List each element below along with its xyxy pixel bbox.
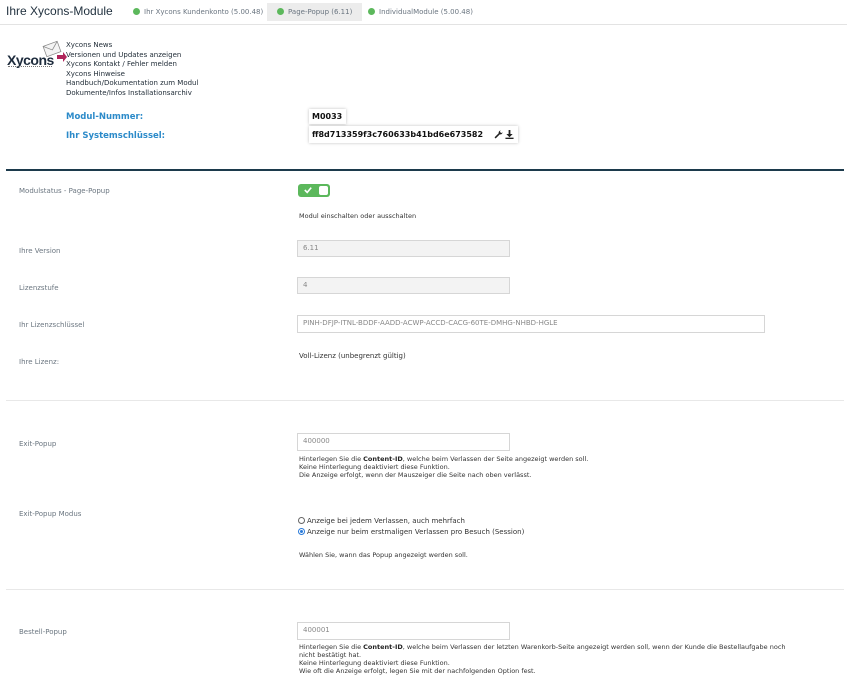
- license-level-field: 4: [297, 277, 510, 294]
- system-key-box: ff8d713359f3c760633b41bd6e673582: [309, 126, 518, 143]
- module-number-label: Modul-Nummer:: [66, 112, 144, 122]
- help-bold: Content-ID: [363, 455, 403, 463]
- tab-label: Page-Popup (6.11): [288, 8, 353, 16]
- system-key-label: Ihr Systemschlüssel:: [66, 131, 166, 141]
- check-icon: [304, 187, 312, 194]
- status-dot-icon: [368, 8, 375, 15]
- radio-label: Anzeige bei jedem Verlassen, auch mehrfa…: [307, 517, 465, 525]
- tab-label: Ihr Xycons Kundenkonto (5.00.48): [144, 8, 264, 16]
- link-contact[interactable]: Xycons Kontakt / Fehler melden: [66, 60, 198, 70]
- module-number-value: M0033: [309, 109, 346, 124]
- status-dot-icon: [277, 8, 284, 15]
- version-label: Ihre Version: [19, 247, 61, 255]
- tab-kundenkonto[interactable]: Ihr Xycons Kundenkonto (5.00.48): [123, 3, 273, 21]
- link-documents[interactable]: Dokumente/Infos Installationsarchiv: [66, 89, 198, 99]
- tab-individual-module[interactable]: IndividualModule (5.00.48): [358, 3, 483, 21]
- module-status-help: Modul einschalten oder ausschalten: [299, 212, 417, 220]
- radio-option-every[interactable]: Anzeige bei jedem Verlassen, auch mehrfa…: [298, 516, 524, 527]
- radio-button[interactable]: [298, 528, 305, 535]
- help-text: Keine Hinterlegung deaktiviert diese Fun…: [299, 463, 450, 471]
- exit-popup-field[interactable]: 400000: [297, 433, 510, 451]
- exit-popup-label: Exit-Popup: [19, 440, 57, 448]
- tab-label: IndividualModule (5.00.48): [379, 8, 473, 16]
- help-text: , welche beim Verlassen der letzten Ware…: [402, 643, 786, 651]
- separator: [6, 589, 844, 590]
- toggle-knob: [319, 186, 328, 195]
- help-text: Hinterlegen Sie die: [299, 455, 364, 463]
- radio-button[interactable]: [298, 517, 305, 524]
- link-manual[interactable]: Handbuch/Dokumentation zum Modul: [66, 79, 198, 89]
- help-text: Keine Hinterlegung deaktiviert diese Fun…: [299, 659, 450, 667]
- order-popup-help: Hinterlegen Sie die Content-ID, welche b…: [299, 643, 839, 675]
- radio-label: Anzeige nur beim erstmaligen Verlassen p…: [307, 528, 525, 536]
- order-popup-label: Bestell-Popup: [19, 628, 67, 636]
- link-notes[interactable]: Xycons Hinweise: [66, 70, 198, 80]
- help-text: Die Anzeige erfolgt, wenn der Mauszeiger…: [299, 471, 532, 479]
- status-dot-icon: [133, 8, 140, 15]
- radio-option-first[interactable]: Anzeige nur beim erstmaligen Verlassen p…: [298, 527, 524, 538]
- link-news[interactable]: Xycons News: [66, 41, 198, 51]
- license-value: Voll-Lizenz (unbegrenzt gültig): [299, 352, 406, 360]
- logo-underline: [8, 66, 52, 68]
- module-status-label: Modulstatus - Page-Popup: [19, 187, 110, 195]
- help-text: , welche beim Verlassen der Seite angeze…: [402, 455, 589, 463]
- help-bold: Content-ID: [363, 643, 403, 651]
- exit-popup-mode-label: Exit-Popup Modus: [19, 510, 82, 518]
- system-key-value: ff8d713359f3c760633b41bd6e673582: [312, 130, 484, 139]
- license-level-label: Lizenzstufe: [19, 284, 59, 292]
- license-key-label: Ihr Lizenzschlüssel: [19, 321, 85, 329]
- separator: [6, 400, 844, 401]
- tab-page-popup[interactable]: Page-Popup (6.11): [267, 3, 363, 21]
- license-key-field[interactable]: PINH-DFJP-ITNL-BDDF-AADD-ACWP-ACCD-CACG-…: [297, 315, 765, 333]
- page-title: Ihre Xycons-Module: [6, 4, 113, 18]
- license-label: Ihre Lizenz:: [19, 358, 60, 366]
- xycons-links: Xycons News Versionen und Updates anzeig…: [66, 41, 198, 99]
- exit-popup-mode-help: Wählen Sie, wann das Popup angezeigt wer…: [299, 551, 468, 559]
- help-text: Wie oft die Anzeige erfolgt, legen Sie m…: [299, 667, 536, 675]
- section-divider: [6, 169, 844, 171]
- link-versions[interactable]: Versionen und Updates anzeigen: [66, 51, 198, 61]
- help-text: nicht bestätigt hat.: [299, 651, 362, 659]
- header-divider: [0, 24, 847, 25]
- wrench-icon[interactable]: [494, 130, 503, 139]
- exit-popup-help: Hinterlegen Sie die Content-ID, welche b…: [299, 455, 588, 479]
- order-popup-field[interactable]: 400001: [297, 622, 510, 640]
- download-icon[interactable]: [505, 130, 514, 139]
- help-text: Hinterlegen Sie die: [299, 643, 364, 651]
- version-field: 6.11: [297, 240, 510, 257]
- exit-popup-mode-options: Anzeige bei jedem Verlassen, auch mehrfa…: [298, 516, 524, 538]
- module-status-toggle[interactable]: [298, 184, 330, 197]
